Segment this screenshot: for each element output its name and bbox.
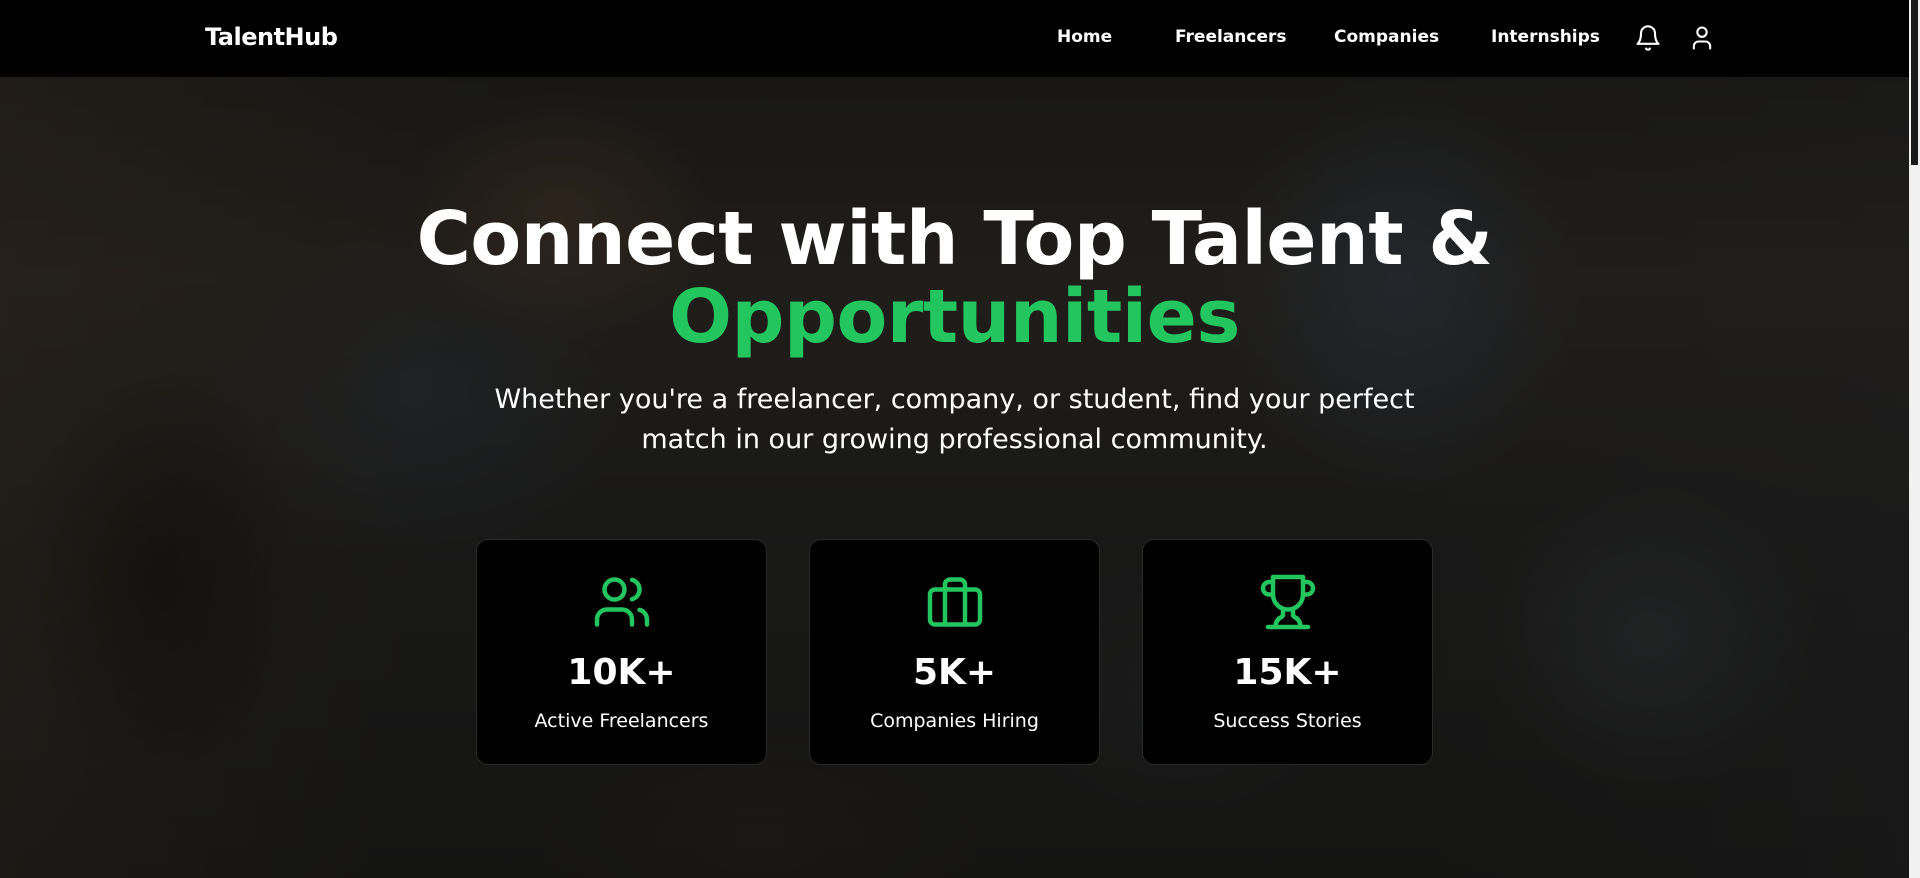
scrollbar-thumb[interactable] xyxy=(1911,0,1918,165)
page: TalentHub Home Freelancers Companies Int… xyxy=(0,0,1920,878)
nav-link-freelancers[interactable]: Freelancers xyxy=(1175,27,1286,47)
hero-headline: Connect with Top Talent & Opportunities xyxy=(0,200,1909,356)
stat-value: 15K+ xyxy=(1233,652,1342,693)
briefcase-icon xyxy=(925,572,985,632)
top-navbar: TalentHub Home Freelancers Companies Int… xyxy=(0,0,1909,77)
nav-link-internships[interactable]: Internships xyxy=(1491,27,1600,47)
nav-link-home[interactable]: Home xyxy=(1057,27,1112,47)
subtitle-line-1: Whether you're a freelancer, company, or… xyxy=(494,384,1415,415)
users-icon xyxy=(592,572,652,632)
stat-card-success: 15K+ Success Stories xyxy=(1142,539,1433,765)
stat-label: Success Stories xyxy=(1213,710,1362,732)
nav-links: Home Freelancers Companies Internships xyxy=(0,27,1909,51)
bell-icon[interactable] xyxy=(1634,24,1662,52)
trophy-icon xyxy=(1258,572,1318,632)
stat-label: Companies Hiring xyxy=(870,710,1039,732)
page-scrollbar[interactable] xyxy=(1909,0,1920,878)
stat-value: 10K+ xyxy=(567,652,676,693)
hero-subtitle: Whether you're a freelancer, company, or… xyxy=(0,380,1909,460)
headline-line-1: Connect with Top Talent & xyxy=(416,196,1493,282)
subtitle-line-2: match in our growing professional commun… xyxy=(641,424,1268,455)
user-icon[interactable] xyxy=(1688,24,1716,52)
nav-link-companies[interactable]: Companies xyxy=(1334,27,1439,47)
stat-value: 5K+ xyxy=(912,652,997,693)
stat-card-freelancers: 10K+ Active Freelancers xyxy=(476,539,767,765)
stat-label: Active Freelancers xyxy=(534,710,709,732)
headline-accent: Opportunities xyxy=(669,274,1240,360)
stat-card-companies: 5K+ Companies Hiring xyxy=(809,539,1100,765)
